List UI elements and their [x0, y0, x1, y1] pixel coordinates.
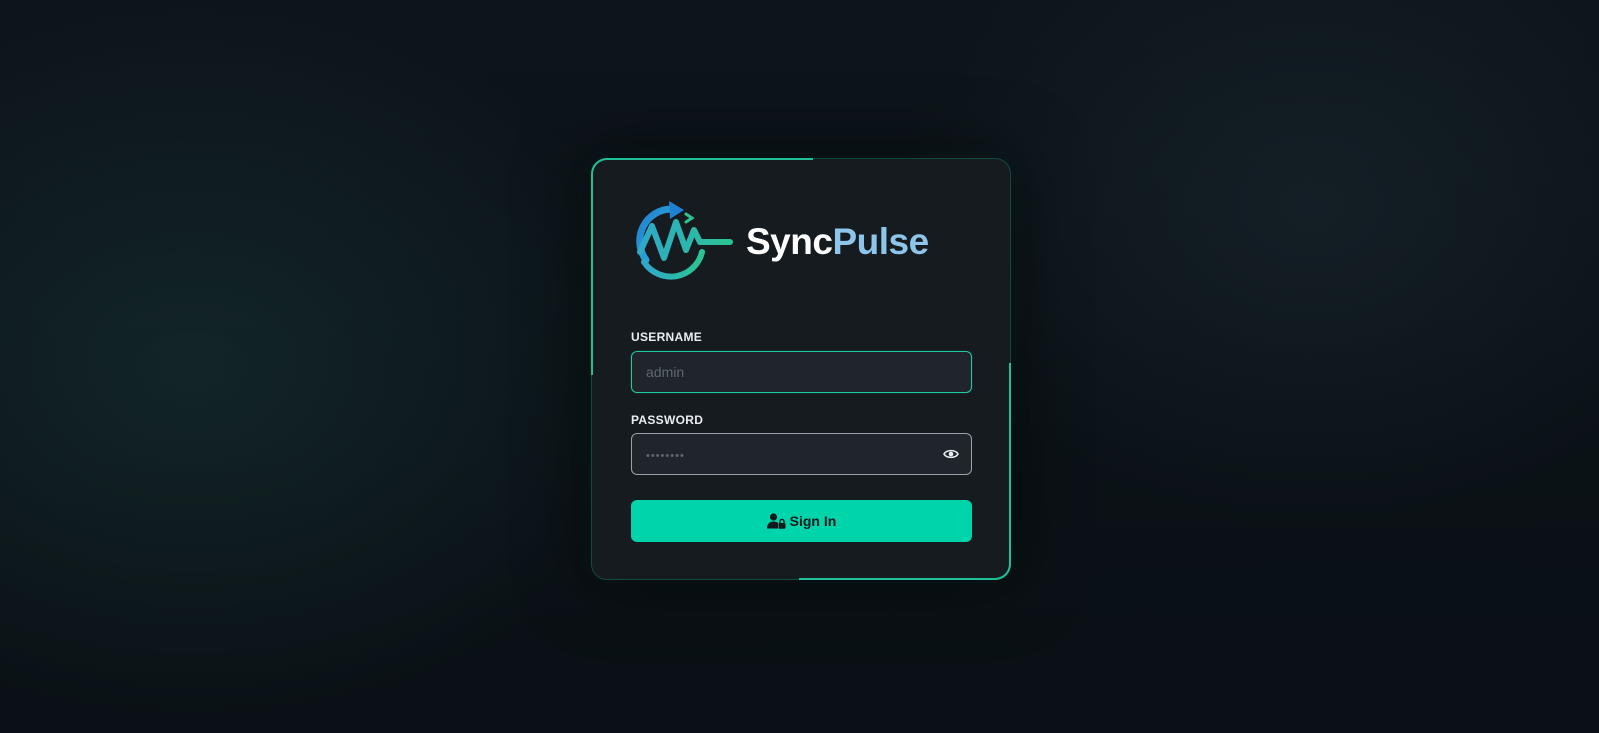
- password-input[interactable]: [646, 446, 942, 462]
- password-label: PASSWORD: [631, 413, 704, 427]
- sign-in-label: Sign In: [789, 513, 837, 529]
- password-field[interactable]: [631, 433, 972, 475]
- sign-in-button[interactable]: Sign In: [631, 500, 972, 542]
- username-field[interactable]: [631, 351, 972, 393]
- user-lock-icon: [766, 513, 786, 529]
- brand-name: SyncPulse: [746, 223, 929, 260]
- username-label: USERNAME: [631, 330, 703, 344]
- eye-icon[interactable]: [942, 445, 960, 463]
- brand-logo: SyncPulse: [632, 201, 929, 281]
- brand-name-pulse: Pulse: [832, 220, 929, 262]
- brand-name-sync: Sync: [746, 220, 833, 262]
- username-input[interactable]: [646, 364, 957, 380]
- sync-pulse-logo-icon: [636, 201, 733, 280]
- login-card: SyncPulse USERNAME PASSWORD Sign In: [591, 158, 1011, 580]
